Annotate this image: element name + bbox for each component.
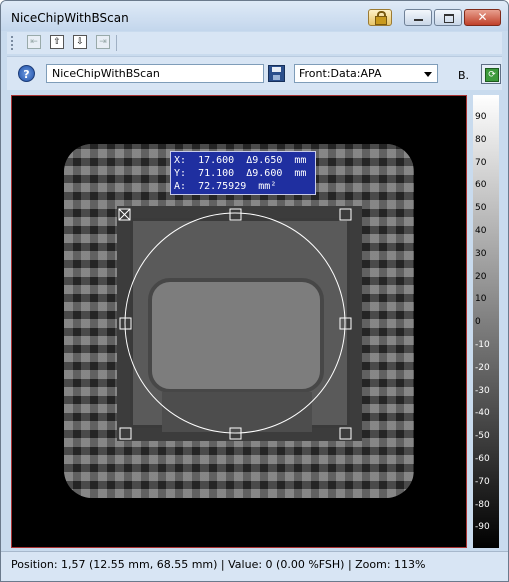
data-source-select[interactable]: Front:Data:APA [294,64,438,83]
resize-handle[interactable] [339,208,352,221]
scale-tick-label: 30 [475,248,487,259]
close-button[interactable]: ✕ [464,9,501,26]
data-source-value: Front:Data:APA [299,67,382,80]
scale-tick-label: 10 [475,294,487,305]
minimize-icon [414,19,423,21]
resize-handle[interactable] [339,427,352,440]
scale-tick-label: -80 [475,499,490,510]
close-icon: ✕ [477,10,488,24]
window-title: NiceChipWithBScan [11,11,129,25]
lock-icon-body [375,16,387,25]
measurement-label: X: 17.600 Δ9.650 mm Y: 71.100 Δ9.600 mm A:… [170,151,316,195]
scale-tick-label: -40 [475,408,490,419]
lock-button[interactable] [368,9,392,26]
b-label: B. [458,69,470,82]
save-icon[interactable] [268,65,285,82]
scan-image-viewer[interactable]: X: 17.600 Δ9.650 mm Y: 71.100 Δ9.600 mm A:… [11,95,467,548]
scale-tick-label: 40 [475,226,487,236]
scale-tick-label: 20 [475,271,487,282]
refresh-button[interactable]: ⟳ [481,64,501,84]
scale-tick-label: 80 [475,134,487,145]
measurement-x: X: 17.600 Δ9.650 mm [174,155,307,166]
down-icon[interactable]: ⇩ [73,35,87,49]
minimize-button[interactable] [404,9,432,26]
scale-tick-label: 50 [475,203,487,214]
resize-handle[interactable] [229,208,242,221]
scan-name-field[interactable]: NiceChipWithBScan [46,64,264,83]
refresh-icon: ⟳ [485,68,499,82]
up-icon[interactable]: ⇧ [50,35,64,49]
scale-tick-label: -10 [475,340,490,350]
scale-tick-label: 90 [475,112,487,122]
delete-handle-icon[interactable] [118,208,131,221]
toolbar-grip[interactable] [11,36,13,50]
resize-handle[interactable] [119,427,132,440]
maximize-button[interactable] [434,9,462,26]
measurement-area: A: 72.75929 mm² [174,181,277,192]
scale-tick-label: 0 [475,317,481,328]
scale-tick-label: -70 [475,476,490,487]
last-icon[interactable]: ⇥ [96,35,110,49]
scale-tick-label: -90 [475,522,490,533]
color-scale: 90 80 70 60 50 40 30 20 10 0 -10 -20 -30 -40 -50 -60 -70… [473,95,499,548]
scale-tick-label: -20 [475,362,490,373]
resize-handle[interactable] [339,317,352,330]
maximize-icon [444,14,454,23]
chevron-down-icon [424,72,432,77]
status-bar: Position: 1,57 (12.55 mm, 68.55 mm) | Va… [1,551,508,581]
scan-window: NiceChipWithBScan ✕ ⇤ ⇧ ⇩ ⇥ ? NiceChipWithB… [0,0,509,582]
scale-tick-label: -60 [475,454,490,464]
first-icon[interactable]: ⇤ [27,35,41,49]
data-toolbar: ? NiceChipWithBScan Front:Data:APA B. ⟳ [7,56,502,90]
scale-tick-label: 60 [475,180,487,191]
resize-handle[interactable] [229,427,242,440]
toolbar-separator [116,35,117,51]
measurement-handles [119,208,352,440]
scale-tick-label: -30 [475,385,490,396]
navigation-toolbar: ⇤ ⇧ ⇩ ⇥ [7,32,502,54]
measurement-circle[interactable] [124,212,346,434]
status-text: Position: 1,57 (12.55 mm, 68.55 mm) | Va… [11,558,426,571]
scale-tick-label: -50 [475,431,490,442]
title-bar[interactable]: NiceChipWithBScan ✕ [1,1,508,31]
help-icon[interactable]: ? [18,65,35,82]
measurement-y: Y: 71.100 Δ9.600 mm [174,168,307,179]
scale-tick-label: 70 [475,157,487,168]
